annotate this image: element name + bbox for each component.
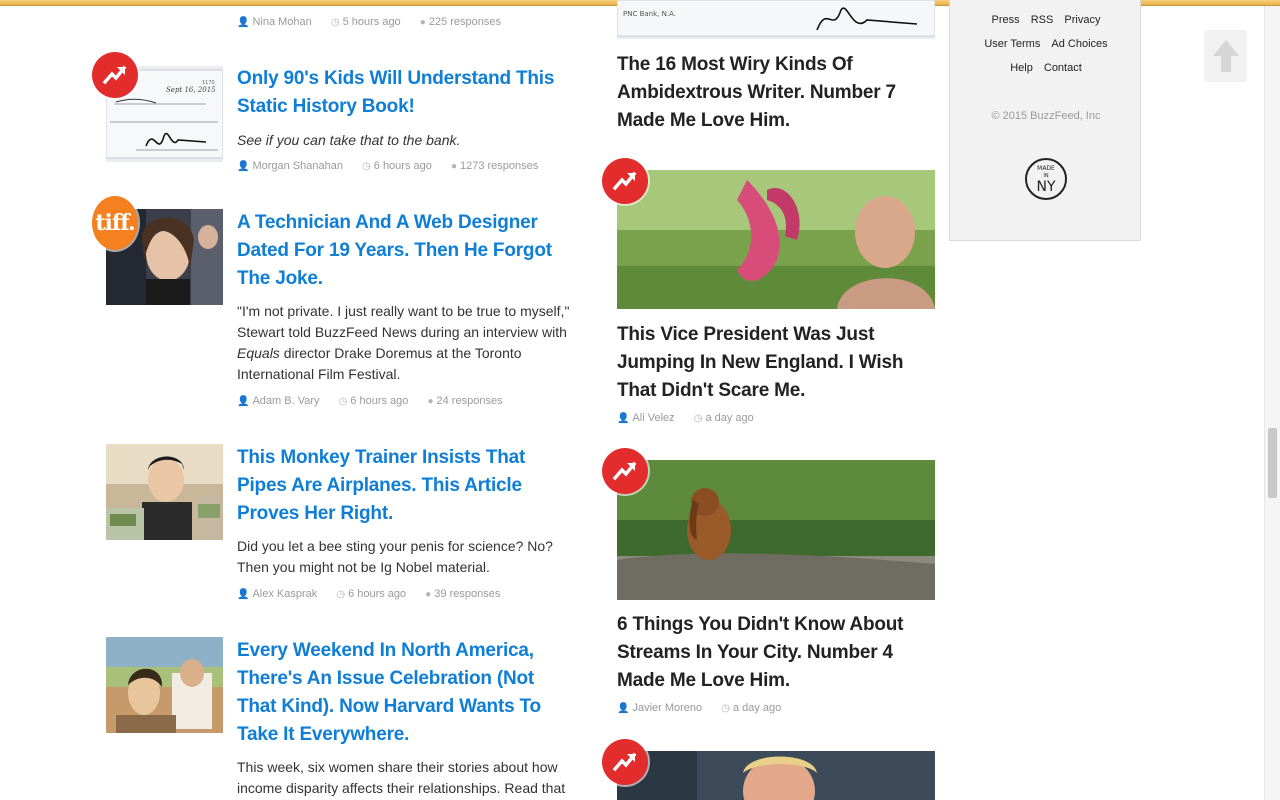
tiff-logo-text: tiff.: [95, 210, 135, 236]
trending-badge[interactable]: [92, 52, 138, 98]
article-thumbnail[interactable]: [617, 170, 935, 309]
article-meta: 👤 Javier Moreno ◷ a day ago: [617, 702, 797, 714]
article-title[interactable]: This Monkey Trainer Insists That Pipes A…: [237, 444, 572, 528]
user-icon: 👤: [237, 161, 250, 172]
author-link[interactable]: Alex Kasprak: [252, 588, 317, 600]
article-thumbnail[interactable]: [617, 460, 935, 600]
dog-image: [617, 460, 935, 600]
footer-link-help[interactable]: Help: [1010, 62, 1033, 74]
clock-icon: ◷: [330, 17, 340, 28]
feed-column: 👤 Nina Mohan ◷ 5 hours ago ● 225 responses …: [0, 0, 590, 800]
clock-icon: ◷: [338, 396, 348, 407]
vintage-photo-image: [106, 637, 223, 733]
author-link[interactable]: Nina Mohan: [252, 16, 311, 28]
clock-icon: ◷: [362, 161, 371, 172]
author-link[interactable]: Morgan Shanahan: [252, 160, 343, 172]
article-meta: 👤 Morgan Shanahan ◷ 6 hours ago ● 1273 resp…: [237, 160, 554, 172]
comment-icon: ●: [425, 589, 432, 600]
timestamp: a day ago: [705, 412, 754, 424]
footer-link-contact[interactable]: Contact: [1044, 62, 1082, 74]
article-title[interactable]: 6 Things You Didn't Know About Streams I…: [617, 611, 937, 695]
article-description: See if you can take that to the bank.: [237, 132, 461, 148]
article-description: Did you let a bee sting your penis for s…: [237, 538, 553, 575]
footer-sidebar: Press RSS Privacy User Terms Ad Choices …: [949, 0, 1141, 241]
trending-icon: [612, 461, 637, 481]
cheque-bank: PNC Bank, N.A.: [623, 10, 676, 18]
article-thumbnail[interactable]: [106, 637, 223, 733]
page-scrollbar[interactable]: [1264, 6, 1280, 800]
cheque-date: Sept 16, 2015: [166, 86, 216, 94]
footer-link-privacy[interactable]: Privacy: [1064, 14, 1100, 26]
timestamp: 6 hours ago: [350, 395, 409, 407]
article-title[interactable]: The 16 Most Wiry Kinds Of Ambidextrous W…: [617, 51, 937, 135]
author-link[interactable]: Adam B. Vary: [252, 395, 319, 407]
author-link[interactable]: Javier Moreno: [632, 702, 702, 714]
footer-links-row: User Terms Ad Choices: [950, 38, 1142, 50]
trending-badge[interactable]: [602, 448, 648, 494]
timestamp: a day ago: [732, 702, 782, 714]
trending-badge[interactable]: [602, 158, 648, 204]
author-link[interactable]: Ali Velez: [632, 412, 674, 424]
comment-icon: ●: [419, 17, 426, 28]
user-icon: 👤: [617, 703, 630, 714]
politician-image: [617, 751, 935, 800]
comment-icon: ●: [450, 161, 457, 172]
scroll-to-top-button[interactable]: [1204, 30, 1247, 82]
article-description: "I'm not private. I just really want to …: [237, 303, 570, 382]
clock-icon: ◷: [336, 589, 346, 600]
tiff-badge[interactable]: tiff.: [92, 196, 138, 250]
article-meta: 👤 Ali Velez ◷ a day ago: [617, 412, 770, 424]
clock-icon: ◷: [721, 703, 730, 714]
copyright-text: © 2015 BuzzFeed, Inc: [991, 110, 1101, 122]
footer-links-row: Press RSS Privacy: [950, 14, 1142, 26]
footer-link-press[interactable]: Press: [992, 14, 1020, 26]
article-title[interactable]: A Technician And A Web Designer Dated Fo…: [237, 209, 582, 293]
celebrity-image: [617, 170, 935, 309]
responses-link[interactable]: 1273 responses: [460, 160, 538, 172]
responses-link[interactable]: 225 responses: [429, 16, 501, 28]
trending-icon: [612, 752, 637, 772]
timestamp: 6 hours ago: [373, 160, 432, 172]
award-image: [106, 444, 223, 540]
article-meta: 👤 Nina Mohan ◷ 5 hours ago ● 225 responses: [237, 16, 517, 28]
made-in-ny-logo[interactable]: MADE IN NY: [1024, 151, 1068, 203]
user-icon: 👤: [237, 17, 250, 28]
responses-link[interactable]: 24 responses: [437, 395, 503, 407]
article-meta: 👤 Alex Kasprak ◷ 6 hours ago ● 39 responses: [237, 588, 516, 600]
svg-text:NY: NY: [1036, 179, 1055, 195]
clock-icon: ◷: [693, 413, 703, 424]
cheque-image: PNC Bank, N.A.: [617, 0, 935, 39]
article-thumbnail[interactable]: [106, 444, 223, 540]
article-meta: 👤 Adam B. Vary ◷ 6 hours ago ● 24 responses: [237, 395, 519, 407]
timestamp: 5 hours ago: [342, 16, 401, 28]
article-title[interactable]: Every Weekend In North America, There's …: [237, 637, 572, 749]
article-title[interactable]: Only 90's Kids Will Understand This Stat…: [237, 65, 567, 121]
timestamp: 6 hours ago: [348, 588, 407, 600]
comment-icon: ●: [427, 396, 434, 407]
trending-badge[interactable]: [602, 739, 648, 785]
footer-link-user-terms[interactable]: User Terms: [984, 38, 1040, 50]
article-thumbnail[interactable]: [617, 751, 935, 800]
user-icon: 👤: [237, 396, 250, 407]
cheque-number: 1170: [202, 80, 215, 86]
scrollbar-thumb[interactable]: [1268, 428, 1277, 498]
arrow-up-icon: [1212, 40, 1239, 72]
footer-link-rss[interactable]: RSS: [1031, 14, 1054, 26]
article-description: This week, six women share their stories…: [237, 759, 566, 796]
footer-link-ad-choices[interactable]: Ad Choices: [1051, 38, 1107, 50]
user-icon: 👤: [617, 413, 630, 424]
trending-icon: [612, 171, 637, 191]
article-thumbnail[interactable]: PNC Bank, N.A.: [617, 0, 935, 39]
article-title[interactable]: This Vice President Was Just Jumping In …: [617, 321, 937, 405]
svg-text:MADE: MADE: [1037, 165, 1055, 172]
user-icon: 👤: [237, 589, 250, 600]
trending-icon: [102, 65, 127, 85]
footer-links-row: Help Contact: [950, 62, 1142, 74]
responses-link[interactable]: 39 responses: [434, 588, 500, 600]
